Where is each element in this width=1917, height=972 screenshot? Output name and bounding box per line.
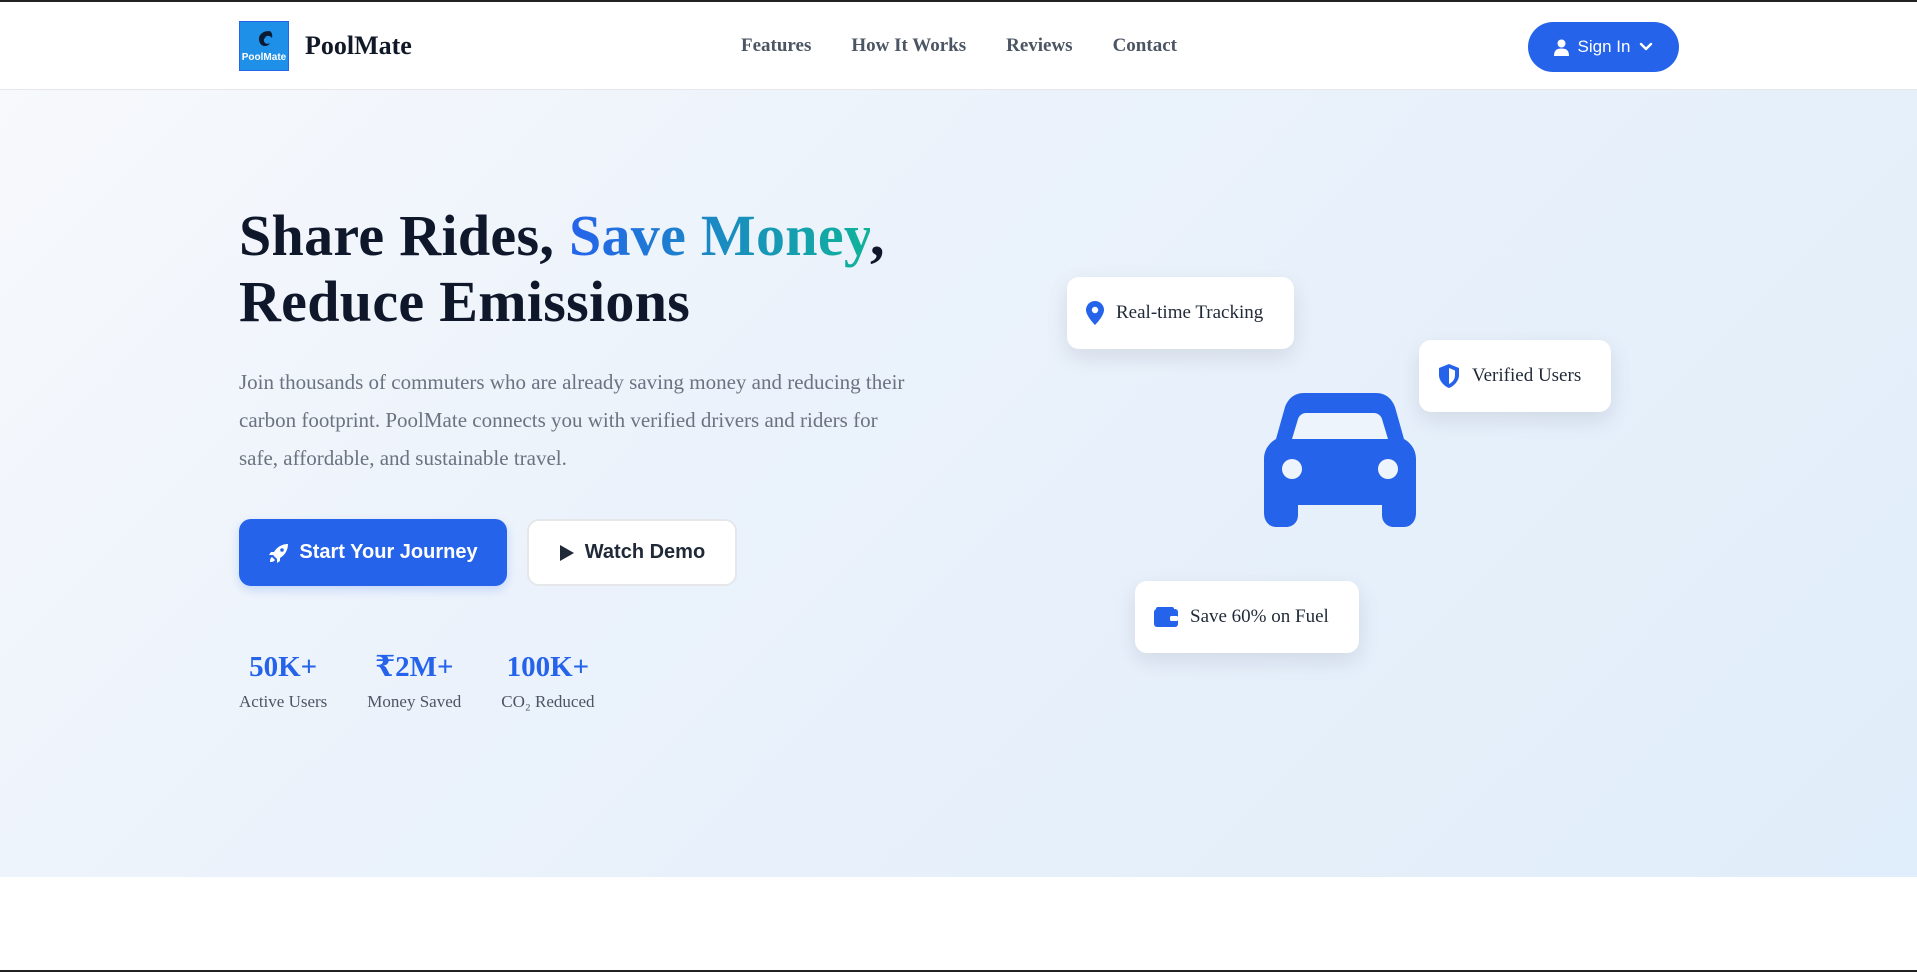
stat-label: Money Saved [367, 692, 462, 711]
nav-link-reviews[interactable]: Reviews [1006, 35, 1072, 57]
hero-title: Share Rides, Save Money, Reduce Emission… [239, 203, 885, 335]
sign-in-label: Sign In [1577, 37, 1631, 56]
stats-row: 50K+ Active Users ₹2M+ Money Saved 100K+… [239, 650, 595, 712]
logo-swirl-icon [259, 31, 273, 46]
sign-in-button[interactable]: Sign In [1528, 22, 1679, 72]
hero-title-line2: Reduce Emissions [239, 269, 691, 334]
logo: PoolMate [239, 21, 289, 71]
car-icon [1264, 393, 1416, 527]
stat-value: 50K+ [249, 651, 318, 683]
start-journey-button[interactable]: Start Your Journey [239, 519, 507, 586]
play-icon [559, 544, 574, 561]
top-navbar: PoolMate PoolMate Features How It Works … [0, 2, 1917, 90]
watch-demo-button[interactable]: Watch Demo [527, 519, 737, 586]
stat-label: Active Users [239, 692, 328, 711]
stat-value: ₹2M+ [374, 651, 454, 683]
brand-name: PoolMate [305, 31, 412, 60]
nav-link-how-it-works[interactable]: How It Works [851, 35, 966, 57]
hero-title-part1: Share Rides, [239, 203, 569, 268]
next-section [0, 877, 1917, 970]
hero-description: Join thousands of commuters who are alre… [239, 370, 905, 470]
feature-card-label: Save 60% on Fuel [1190, 606, 1329, 627]
nav-link-contact[interactable]: Contact [1113, 35, 1177, 57]
shield-icon [1439, 364, 1459, 388]
watch-demo-label: Watch Demo [584, 541, 706, 563]
stat-active-users: 50K+ Active Users [239, 650, 327, 712]
feature-card-fuel: Save 60% on Fuel [1135, 581, 1359, 653]
hero-section: Share Rides, Save Money, Reduce Emission… [0, 90, 1917, 877]
nav-link-features[interactable]: Features [741, 35, 811, 57]
feature-card-label: Verified Users [1472, 365, 1582, 386]
feature-card-label: Real-time Tracking [1116, 302, 1264, 323]
rocket-icon [269, 543, 289, 563]
stat-money-saved: ₹2M+ Money Saved [367, 650, 461, 712]
map-pin-icon [1086, 301, 1104, 325]
hero-title-part2: , [869, 203, 885, 268]
wallet-icon [1154, 607, 1178, 627]
stat-co2-reduced: 100K+ CO₂ Reduced [501, 650, 594, 712]
hero-title-highlight: Save Money [568, 203, 870, 268]
chevron-down-icon [1640, 42, 1653, 51]
feature-card-verified: Verified Users [1419, 340, 1611, 412]
stat-label: CO₂ Reduced [501, 692, 595, 711]
main-nav: Features How It Works Reviews Contact [741, 35, 1177, 57]
feature-card-tracking: Real-time Tracking [1067, 277, 1294, 349]
start-journey-label: Start Your Journey [299, 541, 478, 563]
user-icon [1553, 39, 1569, 56]
logo-text: PoolMate [241, 52, 287, 63]
stat-value: 100K+ [506, 651, 590, 683]
brand[interactable]: PoolMate PoolMate [239, 21, 412, 71]
